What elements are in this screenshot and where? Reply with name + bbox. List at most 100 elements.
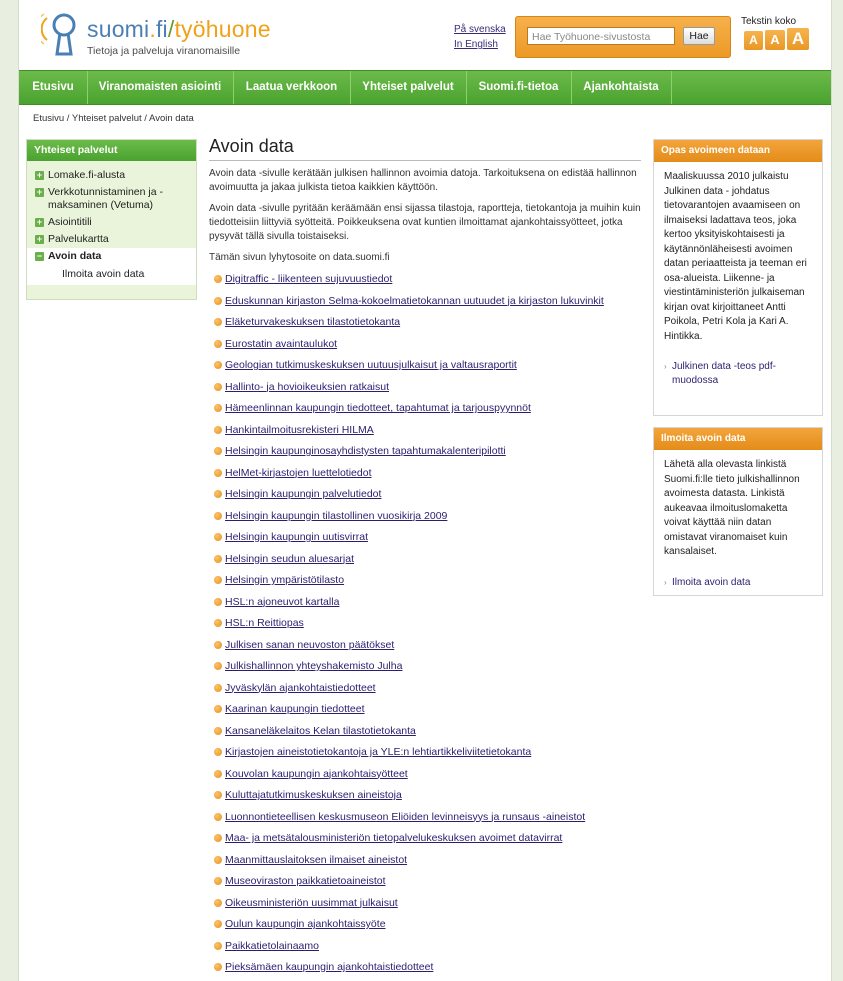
font-size-large-button[interactable]: A [787, 28, 809, 50]
data-source-link[interactable]: Helsingin seudun aluesarjat [225, 553, 354, 565]
bullet-icon [214, 490, 222, 498]
font-size-small-button[interactable]: A [744, 31, 763, 50]
report-box-text: Lähetä alla olevasta linkistä Suomi.fi:l… [664, 459, 800, 557]
sidebar-item-palvelukartta[interactable]: + Palvelukartta [27, 231, 196, 248]
short-address-paragraph: Tämän sivun lyhytosoite on data.suomi.fi [209, 252, 390, 263]
bullet-icon [214, 834, 222, 842]
list-item: Museoviraston paikkatietoaineistot [209, 874, 641, 896]
data-source-link[interactable]: Kouvolan kaupungin ajankohtaisyötteet [225, 768, 408, 780]
lang-english-link[interactable]: In English [454, 37, 506, 52]
data-source-link[interactable]: Julkisen sanan neuvoston päätökset [225, 639, 394, 651]
sidebar-subitem-ilmoita[interactable]: Ilmoita avoin data [27, 265, 196, 285]
data-source-link[interactable]: Hallinto- ja hovioikeuksien ratkaisut [225, 381, 389, 393]
nav-suomi-fi-tietoa[interactable]: Suomi.fi-tietoa [466, 71, 572, 104]
breadcrumb-current: Avoin data [149, 113, 194, 124]
bullet-icon [214, 855, 222, 864]
data-source-link[interactable]: Eläketurvakeskuksen tilastotietokanta [225, 316, 400, 328]
main-content: Avoin data Avoin data -sivulle kerätään … [209, 136, 641, 981]
data-source-link[interactable]: Oulun kaupungin ajankohtaissyöte [225, 918, 386, 930]
data-source-link[interactable]: Helsingin kaupungin tilastollinen vuosik… [225, 510, 447, 522]
list-item: Kirjastojen aineistotietokantoja ja YLE:… [209, 745, 641, 767]
data-source-link[interactable]: Geologian tutkimuskeskuksen uutuusjulkai… [225, 359, 517, 371]
sidebar-item-vetuma[interactable]: + Verkkotunnistaminen ja -maksaminen (Vet… [27, 184, 196, 214]
breadcrumb: Etusivu / Yhteiset palvelut / Avoin data [33, 113, 194, 124]
search-box: Hae Työhuone-sivustosta Hae [515, 16, 731, 58]
data-source-link[interactable]: Kansaneläkelaitos Kelan tilastotietokant… [225, 725, 416, 737]
data-source-link[interactable]: Eduskunnan kirjaston Selma-kokoelmatieto… [225, 295, 604, 307]
data-source-link[interactable]: HSL:n ajoneuvot kartalla [225, 596, 339, 608]
data-source-link[interactable]: Helsingin kaupungin uutisvirrat [225, 531, 368, 543]
data-source-link[interactable]: Museoviraston paikkatietoaineistot [225, 875, 386, 887]
lang-swedish-link[interactable]: På svenska [454, 22, 506, 37]
data-source-link[interactable]: Hankintailmoitusrekisteri HILMA [225, 424, 374, 436]
intro-paragraph: Avoin data -sivulle kerätään julkisen ha… [209, 168, 637, 193]
data-source-link[interactable]: Jyväskylän ajankohtaistiedotteet [225, 682, 376, 694]
sidebar-item-lomake[interactable]: + Lomake.fi-alusta [27, 167, 196, 184]
nav-ajankohtaista[interactable]: Ajankohtaista [571, 71, 672, 104]
guide-box: Opas avoimeen dataan Maaliskuussa 2010 j… [653, 139, 823, 416]
list-item: Kuluttajatutkimuskeskuksen aineistoja [209, 788, 641, 810]
data-source-link[interactable]: Maanmittauslaitoksen ilmaiset aineistot [225, 854, 407, 866]
bullet-icon [214, 361, 222, 369]
list-item: Maanmittauslaitoksen ilmaiset aineistot [209, 853, 641, 875]
bullet-icon [214, 662, 222, 670]
nav-yhteiset-palvelut[interactable]: Yhteiset palvelut [350, 71, 467, 104]
data-source-link[interactable]: Luonnontieteellisen keskusmuseon Eliöide… [225, 811, 585, 823]
list-item: Helsingin seudun aluesarjat [209, 552, 641, 574]
nav-viranomaisten-asiointi[interactable]: Viranomaisten asiointi [87, 71, 234, 104]
bullet-icon [214, 318, 222, 326]
bullet-icon [214, 382, 222, 391]
bullet-icon [214, 748, 222, 756]
main-navigation: Etusivu Viranomaisten asiointi Laatua ve… [19, 70, 831, 105]
data-source-link[interactable]: Maa- ja metsätalousministeriön tietopalv… [225, 832, 562, 844]
search-input[interactable]: Hae Työhuone-sivustosta [527, 27, 675, 45]
list-item: Hankintailmoitusrekisteri HILMA [209, 423, 641, 445]
data-source-link[interactable]: Hämeenlinnan kaupungin tiedotteet, tapah… [225, 402, 531, 414]
bullet-icon [214, 468, 222, 477]
bullet-icon [214, 597, 222, 606]
nav-laatua-verkkoon[interactable]: Laatua verkkoon [233, 71, 351, 104]
data-source-link[interactable]: Kaarinan kaupungin tiedotteet [225, 703, 365, 715]
open-data-link-list: Digitraffic - liikenteen sujuvuustiedot E… [209, 272, 641, 981]
bullet-icon [214, 812, 222, 821]
data-source-link[interactable]: Helsingin kaupungin palvelutiedot [225, 488, 381, 500]
list-item: Luonnontieteellisen keskusmuseon Eliöide… [209, 810, 641, 832]
list-item: Pieksämäen kaupungin ajankohtaistiedotte… [209, 960, 641, 981]
search-button[interactable]: Hae [683, 27, 715, 45]
breadcrumb-yhteiset-palvelut[interactable]: Yhteiset palvelut [72, 113, 142, 124]
font-size-control: Tekstin koko AAA [741, 16, 809, 50]
sidebar-item-asiointitili[interactable]: + Asiointitili [27, 214, 196, 231]
report-open-data-link[interactable]: › Ilmoita avoin data [664, 576, 812, 590]
data-source-link[interactable]: Oikeusministeriön uusimmat julkaisut [225, 897, 398, 909]
data-source-link[interactable]: Kuluttajatutkimuskeskuksen aineistoja [225, 789, 402, 801]
description-paragraph: Avoin data -sivulle pyritään keräämään e… [209, 203, 641, 242]
sidebar: Yhteiset palvelut + Lomake.fi-alusta + Ver… [26, 139, 197, 300]
data-source-link[interactable]: Helsingin kaupunginosayhdistysten tapaht… [225, 445, 506, 457]
data-source-link[interactable]: Kirjastojen aineistotietokantoja ja YLE:… [225, 746, 531, 758]
list-item: Helsingin kaupungin tilastollinen vuosik… [209, 509, 641, 531]
site-logo[interactable]: suomi.fi/työhuone Tietoja ja palveluja v… [41, 10, 281, 62]
list-item: Helsingin kaupungin palvelutiedot [209, 487, 641, 509]
bullet-icon [214, 576, 222, 584]
data-source-link[interactable]: HelMet-kirjastojen luettelotiedot [225, 467, 372, 479]
font-size-medium-button[interactable]: A [765, 30, 785, 50]
breadcrumb-etusivu[interactable]: Etusivu [33, 113, 64, 124]
sidebar-item-avoin-data[interactable]: − Avoin data [27, 248, 196, 265]
data-source-link[interactable]: Paikkatietolainaamo [225, 940, 319, 952]
logo-wordmark: suomi.fi/työhuone [87, 16, 271, 42]
data-source-link[interactable]: Pieksämäen kaupungin ajankohtaistiedotte… [225, 961, 433, 973]
list-item: Kouvolan kaupungin ajankohtaisyötteet [209, 767, 641, 789]
data-source-link[interactable]: Eurostatin avaintaulukot [225, 338, 337, 350]
chevron-right-icon: › [664, 577, 667, 587]
bullet-icon [214, 533, 222, 541]
data-source-link[interactable]: Julkishallinnon yhteyshakemisto Julha [225, 660, 402, 672]
list-item: Hämeenlinnan kaupungin tiedotteet, tapah… [209, 401, 641, 423]
data-source-link[interactable]: Helsingin ympäristötilasto [225, 574, 344, 586]
data-source-link[interactable]: Digitraffic - liikenteen sujuvuustiedot [225, 273, 392, 285]
data-source-link[interactable]: HSL:n Reittiopas [225, 617, 304, 629]
expand-plus-icon: + [35, 234, 44, 244]
guide-pdf-link[interactable]: › Julkinen data -teos pdf-muodossa [664, 360, 812, 388]
collapse-minus-icon: − [35, 251, 44, 261]
nav-etusivu[interactable]: Etusivu [19, 71, 88, 104]
bullet-icon [214, 769, 222, 778]
